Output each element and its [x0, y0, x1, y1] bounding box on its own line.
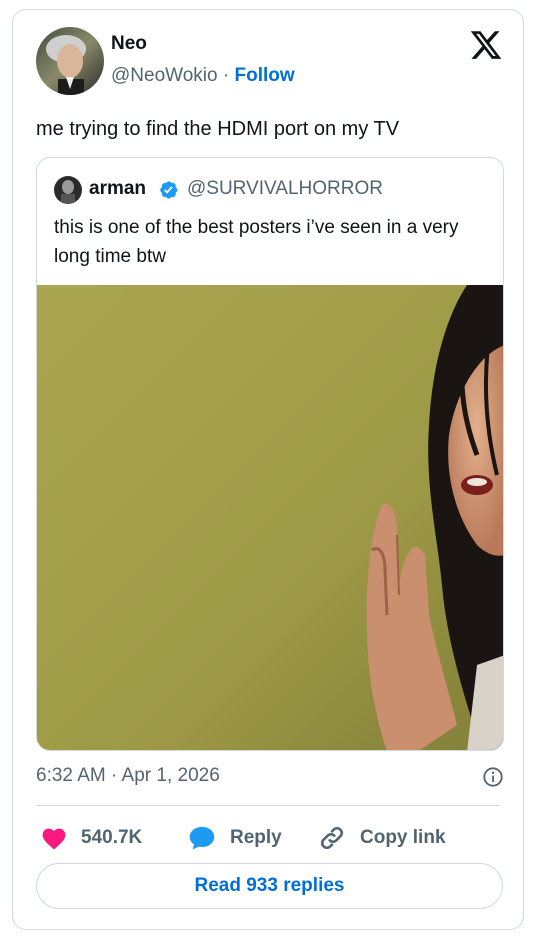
reply-label: Reply — [230, 827, 282, 848]
speech-bubble-icon — [189, 826, 215, 850]
embedded-tweet-card: Neo @NeoWokio · Follow me trying to find… — [12, 9, 524, 930]
like-count: 540.7K — [81, 827, 143, 848]
divider — [36, 805, 500, 806]
link-icon — [320, 826, 344, 850]
like-button[interactable]: 540.7K — [41, 822, 142, 854]
quoted-tweet-image[interactable] — [37, 285, 503, 750]
x-logo-icon[interactable] — [469, 28, 503, 62]
follow-button[interactable]: Follow — [234, 65, 294, 86]
quoted-tweet[interactable]: arman @SURVIVALHORROR this is one of the… — [36, 157, 504, 751]
author-avatar[interactable] — [36, 27, 104, 95]
quoted-author-name[interactable]: arman — [89, 178, 146, 200]
author-handle-row: @NeoWokio · Follow — [111, 65, 295, 87]
author-handle[interactable]: @NeoWokio — [111, 65, 218, 86]
tweet-text: me trying to find the HDMI port on my TV — [36, 118, 400, 140]
quoted-author-avatar[interactable] — [54, 176, 82, 204]
copy-link-button[interactable]: Copy link — [318, 822, 446, 854]
reply-button[interactable]: Reply — [188, 822, 282, 854]
heart-icon — [42, 828, 66, 850]
quoted-tweet-text: this is one of the best posters i’ve see… — [54, 217, 459, 267]
quoted-author-handle[interactable]: @SURVIVALHORROR — [187, 178, 383, 200]
info-icon[interactable] — [482, 766, 504, 788]
tweet-timestamp[interactable]: 6:32 AM · Apr 1, 2026 — [36, 765, 220, 787]
verified-badge-icon — [160, 181, 178, 199]
tweet-actions: 540.7K Reply Copy link — [36, 822, 506, 854]
copy-link-label: Copy link — [360, 827, 446, 848]
read-replies-button[interactable]: Read 933 replies — [36, 863, 503, 909]
handle-separator: · — [222, 65, 230, 86]
author-name[interactable]: Neo — [111, 33, 147, 55]
